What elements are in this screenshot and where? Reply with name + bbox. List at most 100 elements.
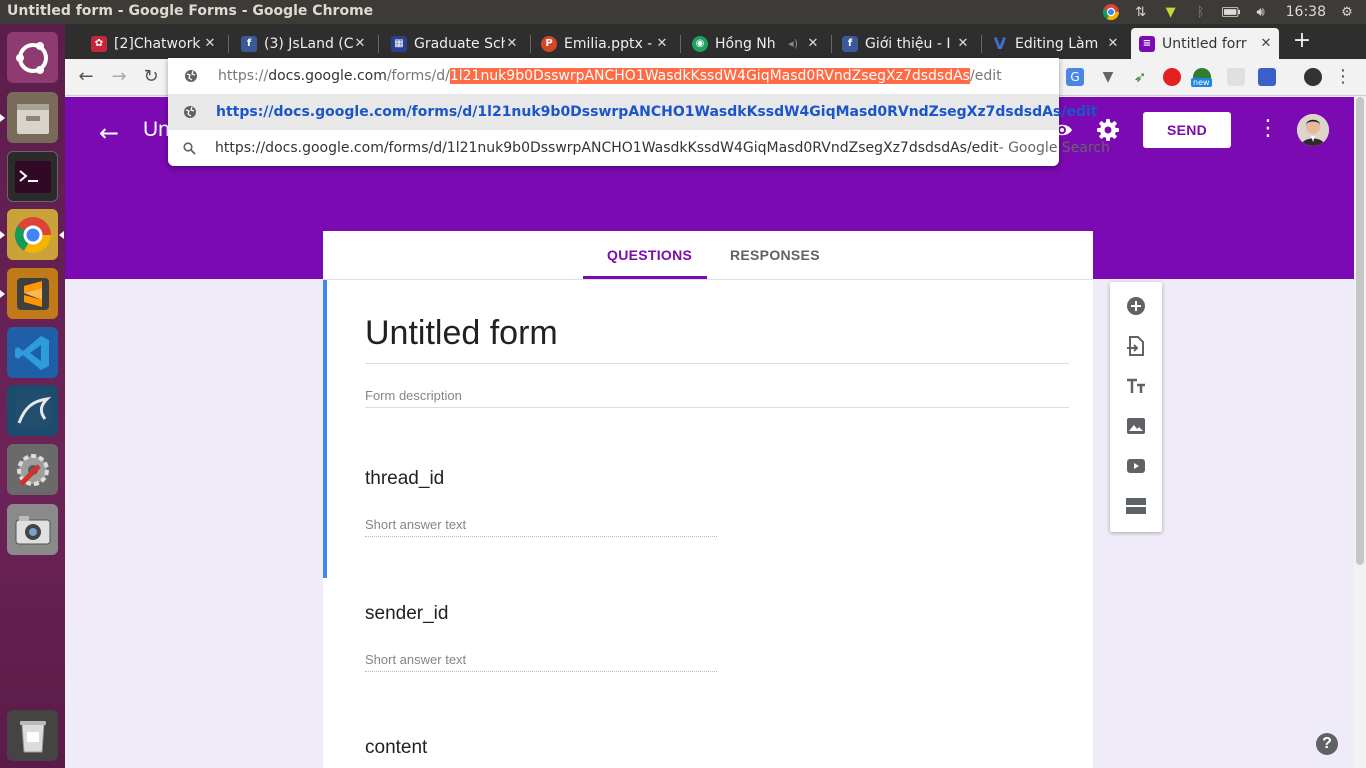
new-tab-button[interactable]: +: [1291, 30, 1313, 52]
globe-icon: [183, 69, 199, 83]
tab-title: (3) JsLand (C: [264, 35, 353, 52]
close-icon[interactable]: ✕: [1106, 36, 1120, 51]
tab-responses[interactable]: RESPONSES: [730, 247, 820, 263]
close-icon[interactable]: ✕: [505, 36, 519, 51]
avatar[interactable]: [1297, 114, 1329, 146]
camera-icon[interactable]: [7, 504, 58, 555]
v-icon: V: [993, 34, 1007, 53]
translate-extension-icon[interactable]: G: [1066, 68, 1084, 86]
terminal-icon[interactable]: [7, 151, 58, 202]
search-suffix: - Google Search: [998, 140, 1110, 156]
music-icon: ◉: [692, 35, 708, 52]
launcher: [0, 24, 65, 768]
answer-line: [365, 536, 717, 537]
screen-extension-icon[interactable]: [1258, 68, 1276, 86]
add-question-icon[interactable]: [1124, 294, 1148, 318]
page-scrollbar[interactable]: [1354, 97, 1366, 768]
send-button[interactable]: SEND: [1143, 112, 1231, 148]
help-icon[interactable]: ?: [1316, 733, 1338, 755]
tab-title: Giới thiệu - I: [865, 35, 951, 52]
chrome-menu-icon[interactable]: ⋮: [1332, 66, 1354, 88]
search-icon: [183, 141, 196, 155]
form-header-title[interactable]: Un: [143, 118, 170, 142]
trash-icon[interactable]: [7, 710, 58, 761]
close-icon[interactable]: ✕: [203, 36, 217, 51]
opera-extension-icon[interactable]: [1163, 68, 1181, 86]
import-questions-icon[interactable]: [1124, 334, 1148, 358]
back-arrow-icon[interactable]: ←: [75, 66, 97, 88]
mysql-workbench-icon[interactable]: [7, 385, 58, 436]
powerpoint-icon: P: [541, 35, 557, 52]
volume-icon[interactable]: 🔊︎: [1252, 3, 1270, 21]
close-icon[interactable]: ✕: [956, 36, 970, 51]
forward-arrow-icon[interactable]: →: [108, 66, 130, 88]
battery-icon[interactable]: [1221, 3, 1240, 21]
close-icon[interactable]: ✕: [353, 36, 367, 51]
tab-gioi-thieu[interactable]: f Giới thiệu - I ✕: [834, 28, 976, 59]
scrollbar-thumb[interactable]: [1356, 97, 1364, 565]
back-arrow-icon[interactable]: ←: [99, 119, 119, 147]
tab-editing[interactable]: V Editing Làm ✕: [984, 28, 1126, 59]
tab-emilia-pptx[interactable]: P Emilia.pptx - ✕: [533, 28, 675, 59]
question-title[interactable]: thread_id: [365, 468, 444, 490]
suggestion-url[interactable]: https://docs.google.com/forms/d/1l21nuk9…: [168, 94, 1097, 130]
power-gear-icon[interactable]: ⚙: [1338, 3, 1356, 21]
vpn-icon[interactable]: ▼: [1162, 3, 1180, 21]
close-icon[interactable]: ✕: [655, 36, 669, 51]
audio-playing-icon[interactable]: ◂): [788, 37, 798, 50]
more-options-icon[interactable]: ⋮: [1257, 116, 1279, 141]
form-description-field[interactable]: Form description: [365, 388, 462, 403]
chrome-icon[interactable]: [7, 209, 58, 260]
omnibox-dropdown[interactable]: https://docs.google.com/forms/d/1l21nuk9…: [168, 58, 1110, 166]
reload-icon[interactable]: ↻: [140, 66, 162, 88]
suggestion-search[interactable]: https://docs.google.com/forms/d/1l21nuk9…: [168, 130, 1110, 166]
active-section-indicator: [323, 280, 327, 578]
divider: [365, 407, 1069, 408]
tab-graduate-school[interactable]: ▦ Graduate Sch ✕: [383, 28, 525, 59]
tab-chatwork[interactable]: ✿ [2]Chatwork ✕: [83, 28, 223, 59]
ubuntu-icon[interactable]: [7, 32, 58, 83]
close-icon[interactable]: ✕: [1259, 36, 1273, 51]
add-section-icon[interactable]: [1124, 494, 1148, 518]
clock[interactable]: 16:38: [1286, 4, 1326, 20]
question-title[interactable]: content: [365, 737, 427, 759]
facebook-icon: f: [842, 35, 858, 52]
add-image-icon[interactable]: [1124, 414, 1148, 438]
chrome-tray-icon[interactable]: [1102, 3, 1120, 21]
add-video-icon[interactable]: [1124, 454, 1148, 478]
url-host: docs.google.com: [268, 68, 387, 84]
address-input[interactable]: https://docs.google.com/forms/d/1l21nuk9…: [168, 58, 1059, 94]
system-settings-icon[interactable]: [7, 444, 58, 495]
tab-jsland[interactable]: f (3) JsLand (C ✕: [233, 28, 373, 59]
sublime-icon[interactable]: [7, 268, 58, 319]
add-title-icon[interactable]: [1124, 374, 1148, 398]
feedly-extension-icon[interactable]: ➶: [1131, 68, 1149, 86]
bluetooth-icon[interactable]: ᛒ: [1192, 3, 1210, 21]
os-top-panel: Untitled form - Google Forms - Google Ch…: [0, 0, 1366, 24]
new-extension-icon[interactable]: new: [1191, 68, 1212, 87]
form-card: Untitled form Form description thread_id…: [323, 280, 1093, 768]
divider: [365, 363, 1069, 364]
tab-title: Graduate Sch: [414, 35, 505, 52]
forms-icon: ≡: [1139, 35, 1155, 52]
vscode-icon[interactable]: [7, 327, 58, 378]
tab-hong-nhung[interactable]: ◉ Hồng Nh ◂) ✕: [684, 28, 826, 59]
short-answer-hint: Short answer text: [365, 517, 467, 532]
window-title: Untitled form - Google Forms - Google Ch…: [7, 3, 374, 19]
new-badge: new: [1191, 78, 1212, 87]
tab-untitled-form[interactable]: ≡ Untitled forr ✕: [1131, 28, 1279, 59]
network-transfer-icon[interactable]: ⇅: [1132, 3, 1150, 21]
tab-title: [2]Chatwork: [114, 35, 201, 52]
form-title[interactable]: Untitled form: [365, 314, 558, 353]
question-toolbar: [1110, 282, 1162, 532]
tab-questions[interactable]: QUESTIONS: [607, 247, 692, 263]
url-path: /forms/d/: [386, 68, 450, 84]
close-icon[interactable]: ✕: [806, 36, 820, 51]
vue-extension-icon[interactable]: ▼: [1099, 68, 1117, 86]
files-icon[interactable]: [7, 92, 58, 143]
chrome-tab-bar: ✿ [2]Chatwork ✕ f (3) JsLand (C ✕ ▦ Grad…: [65, 24, 1366, 59]
grey-extension-icon[interactable]: [1227, 68, 1245, 86]
form-tabs: QUESTIONS RESPONSES: [323, 231, 1093, 280]
question-title[interactable]: sender_id: [365, 603, 448, 625]
profile-extension-icon[interactable]: [1304, 68, 1322, 86]
